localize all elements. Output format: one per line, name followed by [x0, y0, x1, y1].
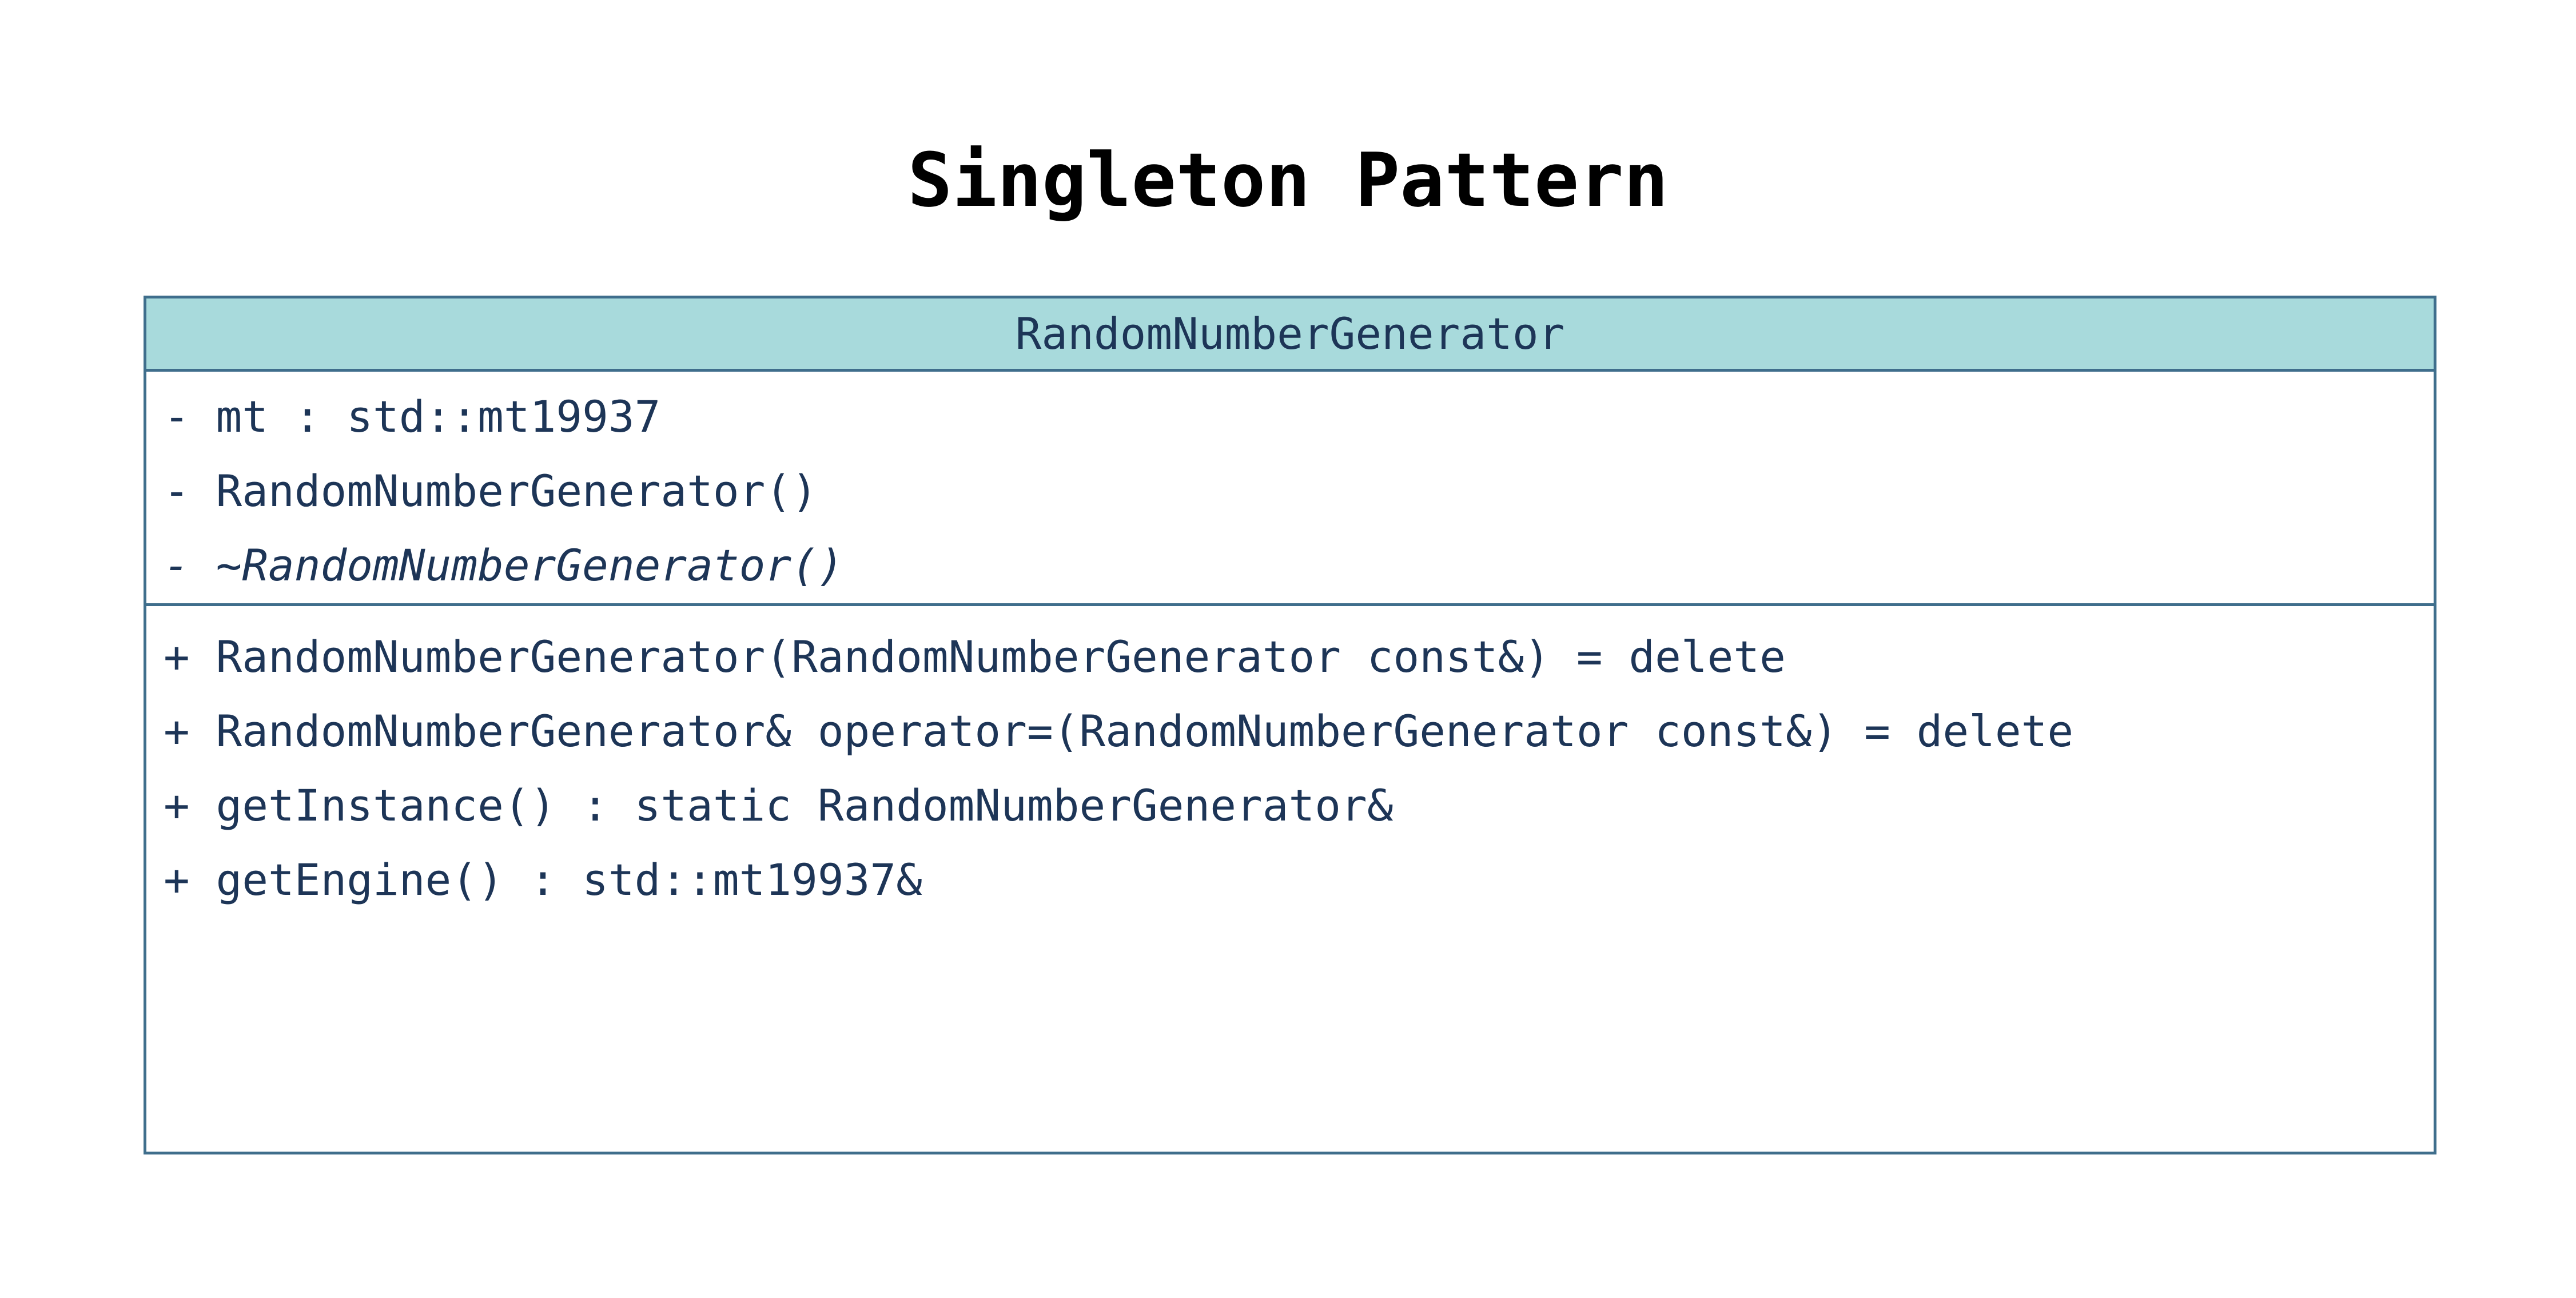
private-constructor: - RandomNumberGenerator() — [164, 465, 818, 516]
uml-class-box: RandomNumberGenerator - mt : std::mt1993… — [144, 296, 2436, 1154]
get-instance-method: + getInstance() : static RandomNumberGen… — [164, 780, 1393, 831]
deleted-copy-assignment: + RandomNumberGenerator& operator=(Rando… — [164, 706, 2074, 756]
class-name: RandomNumberGenerator — [146, 298, 2434, 372]
private-destructor: - ~RandomNumberGenerator() — [164, 540, 844, 591]
deleted-copy-constructor: + RandomNumberGenerator(RandomNumberGene… — [164, 631, 1786, 682]
get-engine-method: + getEngine() : std::mt19937& — [164, 854, 922, 905]
diagram-title: Singleton Pattern — [907, 137, 1669, 224]
attribute-mt: - mt : std::mt19937 — [164, 391, 661, 442]
operations-compartment: + RandomNumberGenerator(RandomNumberGene… — [146, 606, 2434, 917]
attributes-compartment: - mt : std::mt19937 - RandomNumberGenera… — [146, 372, 2434, 606]
